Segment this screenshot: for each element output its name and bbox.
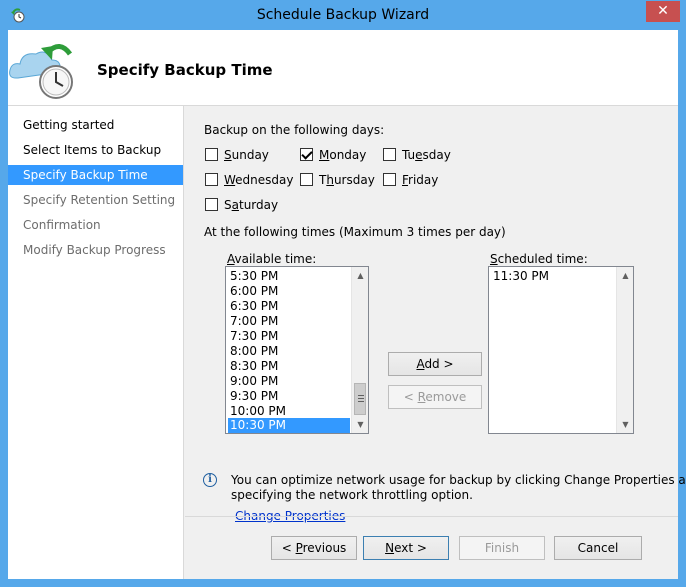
close-icon: ✕ — [657, 3, 669, 19]
remove-button[interactable]: < Remove — [388, 385, 482, 409]
scroll-thumb[interactable] — [354, 383, 366, 415]
wizard-header: Specify Backup Time — [8, 30, 678, 105]
label-monday[interactable]: Monday — [319, 148, 366, 162]
backup-clock-icon — [9, 44, 73, 99]
list-item[interactable]: 11:30 PM — [491, 269, 615, 284]
footer-divider — [185, 516, 678, 517]
add-button[interactable]: Add > — [388, 352, 482, 376]
checkbox-wednesday[interactable] — [205, 173, 218, 186]
list-item[interactable]: 8:00 PM — [228, 344, 350, 359]
checkbox-tuesday[interactable] — [383, 148, 396, 161]
scroll-up-icon[interactable]: ▲ — [617, 267, 633, 284]
scroll-down-icon[interactable]: ▼ — [352, 416, 368, 433]
label-sunday[interactable]: Sunday — [224, 148, 269, 162]
title-bar[interactable]: Schedule Backup Wizard ✕ — [0, 0, 686, 30]
label-wednesday[interactable]: Wednesday — [224, 173, 293, 187]
content-panel: Backup on the following days: Sunday Mon… — [185, 106, 686, 523]
previous-button[interactable]: < Previous — [271, 536, 357, 560]
nav-step-retention: Specify Retention Setting — [23, 193, 176, 207]
scheduled-time-label: Scheduled time: — [490, 252, 588, 266]
nav-step-confirmation: Confirmation — [23, 218, 101, 232]
label-thursday[interactable]: Thursday — [319, 173, 375, 187]
list-item[interactable]: 10:00 PM — [228, 404, 350, 419]
times-label: At the following times (Maximum 3 times … — [204, 225, 506, 239]
info-icon: i — [203, 473, 217, 487]
wizard-steps-nav: Getting started Select Items to Backup S… — [8, 106, 184, 579]
checkbox-monday[interactable] — [300, 148, 313, 161]
checkbox-thursday[interactable] — [300, 173, 313, 186]
list-item[interactable]: 7:00 PM — [228, 314, 350, 329]
nav-step-getting-started[interactable]: Getting started — [8, 115, 183, 135]
checkbox-friday[interactable] — [383, 173, 396, 186]
nav-step-backup-time[interactable]: Specify Backup Time — [8, 165, 183, 185]
info-text-line2: specifying the network throttling option… — [231, 488, 473, 502]
list-item[interactable]: 6:00 PM — [228, 284, 350, 299]
checkbox-sunday[interactable] — [205, 148, 218, 161]
scheduled-time-list[interactable]: 11:30 PM ▲ ▼ — [488, 266, 634, 434]
close-button[interactable]: ✕ — [646, 1, 680, 22]
wizard-window: Schedule Backup Wizard ✕ Specify Backup … — [0, 0, 686, 587]
list-item-selected[interactable]: 10:30 PM — [228, 418, 350, 433]
finish-button[interactable]: Finish — [459, 536, 545, 560]
list-item[interactable]: 7:30 PM — [228, 329, 350, 344]
days-label: Backup on the following days: — [204, 123, 385, 137]
page-title: Specify Backup Time — [97, 61, 273, 79]
list-item[interactable]: 8:30 PM — [228, 359, 350, 374]
nav-step-progress: Modify Backup Progress — [23, 243, 166, 257]
label-friday[interactable]: Friday — [402, 173, 438, 187]
label-saturday[interactable]: Saturday — [224, 198, 278, 212]
list-item[interactable]: 6:30 PM — [228, 299, 350, 314]
cancel-button[interactable]: Cancel — [554, 536, 642, 560]
wizard-client-area: Specify Backup Time Getting started Sele… — [8, 30, 686, 579]
list-item[interactable]: 9:00 PM — [228, 374, 350, 389]
list-item[interactable]: 9:30 PM — [228, 389, 350, 404]
info-text-line1: You can optimize network usage for backu… — [231, 473, 686, 487]
available-time-label: Available time: — [227, 252, 317, 266]
nav-step-select-items[interactable]: Select Items to Backup — [8, 140, 183, 160]
scheduled-list-scrollbar[interactable]: ▲ ▼ — [616, 267, 633, 433]
scroll-up-icon[interactable]: ▲ — [352, 267, 368, 284]
label-tuesday[interactable]: Tuesday — [402, 148, 451, 162]
window-title: Schedule Backup Wizard — [256, 7, 430, 23]
scroll-down-icon[interactable]: ▼ — [617, 416, 633, 433]
list-item[interactable]: 5:30 PM — [228, 269, 350, 284]
checkbox-saturday[interactable] — [205, 198, 218, 211]
available-time-list[interactable]: 5:30 PM 6:00 PM 6:30 PM 7:00 PM 7:30 PM … — [225, 266, 369, 434]
available-list-scrollbar[interactable]: ▲ ▼ — [351, 267, 368, 433]
next-button[interactable]: Next > — [363, 536, 449, 560]
